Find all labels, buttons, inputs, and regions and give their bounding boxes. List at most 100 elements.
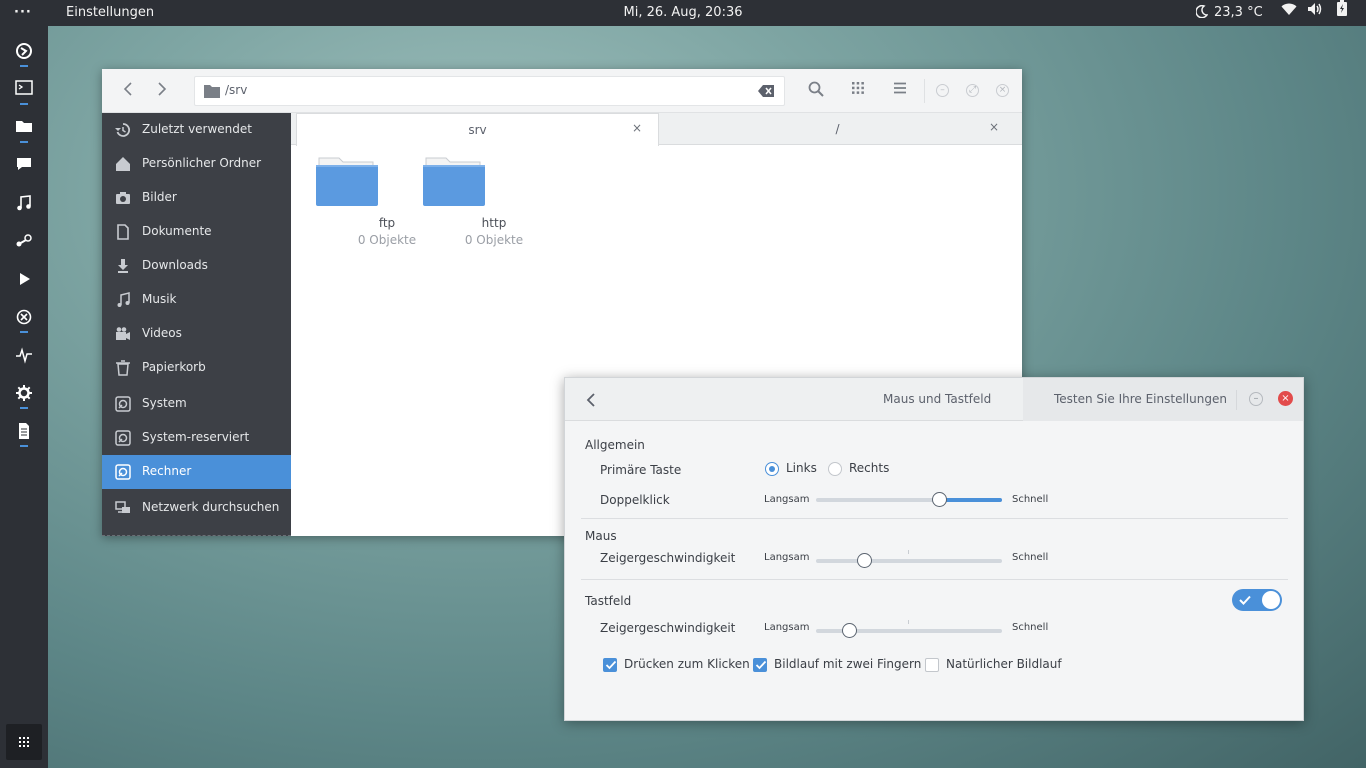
double-click-label: Doppelklick: [600, 493, 670, 507]
menu-icon[interactable]: [890, 81, 910, 101]
back-button[interactable]: [118, 81, 138, 101]
web-browser-icon[interactable]: [12, 40, 36, 67]
folder-item-ftp[interactable]: ftp 0 Objekte: [307, 156, 416, 256]
grid-view-icon[interactable]: [848, 81, 868, 101]
radio-right[interactable]: [828, 462, 842, 476]
natural-scroll-checkbox[interactable]: [925, 658, 939, 672]
activities-menu-button[interactable]: ···: [14, 0, 32, 26]
double-click-slider[interactable]: [816, 492, 1002, 507]
minimize-button[interactable]: –: [936, 84, 949, 97]
slider-slow-label: Langsam: [764, 622, 810, 633]
minimize-button[interactable]: –: [1249, 392, 1263, 406]
folder-item-http[interactable]: http 0 Objekte: [414, 156, 523, 256]
tab-close-icon[interactable]: ×: [987, 120, 1001, 134]
activity-icon[interactable]: [12, 344, 36, 368]
active-app-name[interactable]: Einstellungen: [66, 0, 154, 26]
window-title: Maus und Tastfeld: [883, 392, 992, 406]
check-icon: [605, 660, 617, 670]
close-button[interactable]: ×: [996, 84, 1009, 97]
slider-fast-label: Schnell: [1012, 622, 1049, 633]
tab-label: /: [835, 122, 840, 136]
clock[interactable]: Mi, 26. Aug, 20:36: [623, 5, 742, 20]
settings-headerbar: Maus und Tastfeld Testen Sie Ihre Einste…: [565, 378, 1303, 421]
drive-icon: [115, 396, 131, 412]
slider-handle[interactable]: [842, 623, 858, 638]
battery-icon[interactable]: [1337, 0, 1347, 26]
header-separator: [1236, 390, 1237, 410]
tab-close-icon[interactable]: ×: [630, 121, 644, 135]
trash-icon: [116, 360, 130, 376]
two-finger-scroll-label[interactable]: Bildlauf mit zwei Fingern: [774, 657, 921, 671]
primary-button-label: Primäre Taste: [600, 463, 682, 477]
text-editor-icon[interactable]: [12, 420, 36, 447]
radio-left[interactable]: [765, 462, 779, 476]
sidebar-item-dokumente[interactable]: Dokumente: [102, 215, 291, 249]
slider-slow-label: Langsam: [764, 552, 810, 563]
settings-icon[interactable]: [12, 382, 36, 409]
radio-left-label[interactable]: Links: [786, 461, 817, 475]
search-icon[interactable]: [806, 81, 826, 101]
sidebar-item-label: Netzwerk durchsuchen: [142, 500, 280, 514]
tap-to-click-checkbox[interactable]: [603, 658, 617, 672]
camera-icon: [116, 192, 130, 204]
system-monitor-icon[interactable]: [12, 306, 36, 333]
folder-icon: [423, 157, 485, 206]
sidebar-item-label: Downloads: [142, 258, 208, 272]
sidebar-item-papierkorb[interactable]: Papierkorb: [102, 351, 291, 385]
touchpad-speed-slider[interactable]: [816, 620, 1002, 638]
sidebar-item-bilder[interactable]: Bilder: [102, 181, 291, 215]
sidebar-item-zuletzt-verwendet[interactable]: Zuletzt verwendet: [102, 113, 291, 147]
sidebar-item-rechner[interactable]: Rechner: [102, 455, 291, 489]
forward-button[interactable]: [152, 81, 172, 101]
terminal-icon[interactable]: [12, 78, 36, 105]
chat-icon[interactable]: [12, 154, 36, 178]
running-indicator: [20, 407, 28, 409]
slider-fast-label: Schnell: [1012, 552, 1049, 563]
touchpad-toggle[interactable]: [1232, 589, 1282, 611]
document-icon: [117, 224, 129, 240]
music-icon[interactable]: [12, 192, 36, 216]
back-button[interactable]: [581, 390, 601, 410]
test-settings-button[interactable]: Testen Sie Ihre Einstellungen: [1054, 392, 1227, 406]
volume-icon[interactable]: [1307, 0, 1323, 26]
sidebar-item-system-reserviert[interactable]: System-reserviert: [102, 421, 291, 455]
radio-right-label[interactable]: Rechts: [849, 461, 889, 475]
slider-mark: [908, 550, 909, 554]
mouse-speed-slider[interactable]: [816, 550, 1002, 568]
sidebar-item-system[interactable]: System: [102, 387, 291, 421]
folder-count: 0 Objekte: [464, 233, 524, 247]
files-icon[interactable]: [12, 116, 36, 143]
steam-icon[interactable]: [12, 230, 36, 254]
maximize-button[interactable]: ⤢: [966, 84, 979, 97]
app-grid-icon[interactable]: [6, 724, 42, 760]
running-indicator: [20, 141, 28, 143]
tab-srv[interactable]: srv ×: [296, 113, 659, 146]
drive-icon: [115, 430, 131, 446]
slider-fast-label: Schnell: [1012, 494, 1049, 505]
tap-to-click-label[interactable]: Drücken zum Klicken: [624, 657, 750, 671]
natural-scroll-label[interactable]: Natürlicher Bildlauf: [946, 657, 1062, 671]
slider-handle[interactable]: [931, 492, 947, 507]
running-indicator: [20, 65, 28, 67]
folder-icon: [204, 85, 220, 98]
location-bar[interactable]: /srv: [194, 76, 785, 106]
close-button[interactable]: ×: [1278, 391, 1293, 406]
sidebar-item-videos[interactable]: Videos: [102, 317, 291, 351]
sidebar-item-downloads[interactable]: Downloads: [102, 249, 291, 283]
slider-handle[interactable]: [857, 553, 873, 568]
sidebar-item-netzwerk-durchsuchen[interactable]: Netzwerk durchsuchen: [102, 491, 291, 525]
sidebar-item-label: Zuletzt verwendet: [142, 122, 252, 136]
sidebar-item-label: Papierkorb: [142, 360, 206, 374]
weather-indicator[interactable]: 23,3 °C: [1195, 0, 1263, 26]
tab-root[interactable]: / ×: [659, 113, 1016, 145]
sidebar-item-musik[interactable]: Musik: [102, 283, 291, 317]
top-panel: ··· Einstellungen Mi, 26. Aug, 20:36 23,…: [0, 0, 1366, 26]
video-player-icon[interactable]: [12, 268, 36, 292]
clear-path-icon[interactable]: [758, 85, 774, 97]
check-icon: [1239, 595, 1251, 605]
wifi-icon[interactable]: [1281, 0, 1297, 26]
two-finger-scroll-checkbox[interactable]: [753, 658, 767, 672]
section-mouse: Maus: [585, 529, 617, 543]
sidebar-item-persönlicher-ordner[interactable]: Persönlicher Ordner: [102, 147, 291, 181]
music-icon: [117, 292, 130, 307]
